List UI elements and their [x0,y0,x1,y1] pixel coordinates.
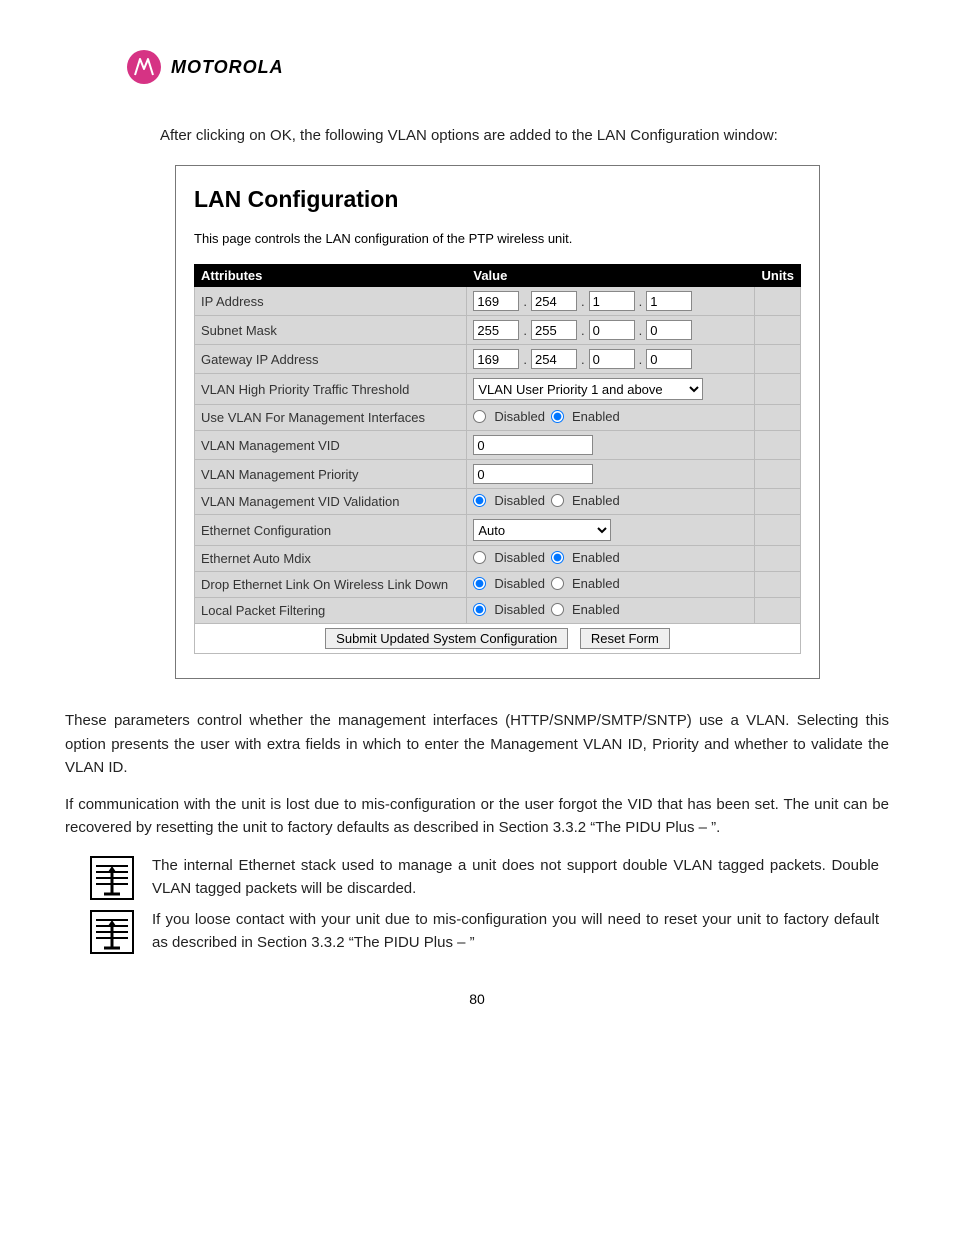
paragraph-2: If communication with the unit is lost d… [65,793,889,840]
vid-validation-disabled-radio[interactable] [473,494,486,507]
paragraph-1: These parameters control whether the man… [65,709,889,779]
note-icon [90,854,138,900]
use-vlan-enabled-radio[interactable] [551,410,564,423]
use-vlan-disabled-radio[interactable] [473,410,486,423]
drop-link-enabled-radio[interactable] [551,577,564,590]
vid-validation-disabled-label: Disabled [494,493,545,508]
mdix-enabled-radio[interactable] [551,551,564,564]
gw-octet-3[interactable] [646,349,692,369]
note-2: If you loose contact with your unit due … [90,908,889,955]
note-1-text: The internal Ethernet stack used to mana… [152,854,879,901]
page-number: 80 [65,991,889,1007]
local-filter-disabled-radio[interactable] [473,603,486,616]
th-value: Value [467,265,755,287]
label-eth-auto-mdix: Ethernet Auto Mdix [195,546,467,572]
local-filter-enabled-label: Enabled [572,602,620,617]
intro-text: After clicking on OK, the following VLAN… [160,124,879,147]
label-gateway: Gateway IP Address [195,345,467,374]
label-drop-link: Drop Ethernet Link On Wireless Link Down [195,572,467,598]
label-use-vlan-mgmt: Use VLAN For Management Interfaces [195,405,467,431]
mask-octet-1[interactable] [531,320,577,340]
gw-octet-1[interactable] [531,349,577,369]
eth-config-select[interactable]: Auto [473,519,611,541]
motorola-logo-icon [127,50,161,84]
local-filter-enabled-radio[interactable] [551,603,564,616]
submit-button[interactable]: Submit Updated System Configuration [325,628,568,649]
label-eth-config: Ethernet Configuration [195,515,467,546]
drop-link-disabled-label: Disabled [494,576,545,591]
vlan-threshold-select[interactable]: VLAN User Priority 1 and above [473,378,703,400]
vid-validation-enabled-radio[interactable] [551,494,564,507]
label-vlan-mgmt-validation: VLAN Management VID Validation [195,489,467,515]
label-vlan-threshold: VLAN High Priority Traffic Threshold [195,374,467,405]
ip-octet-1[interactable] [531,291,577,311]
brand-logo: MOTOROLA [127,50,889,84]
drop-link-enabled-label: Enabled [572,576,620,591]
gw-octet-2[interactable] [589,349,635,369]
local-filter-disabled-label: Disabled [494,602,545,617]
drop-link-disabled-radio[interactable] [473,577,486,590]
mdix-disabled-label: Disabled [494,550,545,565]
label-subnet-mask: Subnet Mask [195,316,467,345]
brand-name: MOTOROLA [171,57,284,78]
vlan-mgmt-priority-input[interactable] [473,464,593,484]
use-vlan-disabled-label: Disabled [494,409,545,424]
ip-octet-0[interactable] [473,291,519,311]
th-units: Units [755,265,801,287]
label-ip-address: IP Address [195,287,467,316]
panel-description: This page controls the LAN configuration… [194,231,801,246]
note-2-text: If you loose contact with your unit due … [152,908,879,955]
mask-octet-0[interactable] [473,320,519,340]
vid-validation-enabled-label: Enabled [572,493,620,508]
label-vlan-mgmt-priority: VLAN Management Priority [195,460,467,489]
ip-octet-3[interactable] [646,291,692,311]
note-icon [90,908,138,954]
config-table: Attributes Value Units IP Address . . . [194,264,801,654]
mdix-disabled-radio[interactable] [473,551,486,564]
label-local-filter: Local Packet Filtering [195,598,467,624]
gw-octet-0[interactable] [473,349,519,369]
mask-octet-2[interactable] [589,320,635,340]
reset-button[interactable]: Reset Form [580,628,670,649]
lan-config-panel: LAN Configuration This page controls the… [175,165,820,679]
label-vlan-mgmt-vid: VLAN Management VID [195,431,467,460]
mask-octet-3[interactable] [646,320,692,340]
th-attributes: Attributes [195,265,467,287]
vlan-mgmt-vid-input[interactable] [473,435,593,455]
mdix-enabled-label: Enabled [572,550,620,565]
ip-octet-2[interactable] [589,291,635,311]
use-vlan-enabled-label: Enabled [572,409,620,424]
note-1: The internal Ethernet stack used to mana… [90,854,889,901]
panel-title: LAN Configuration [194,186,801,213]
